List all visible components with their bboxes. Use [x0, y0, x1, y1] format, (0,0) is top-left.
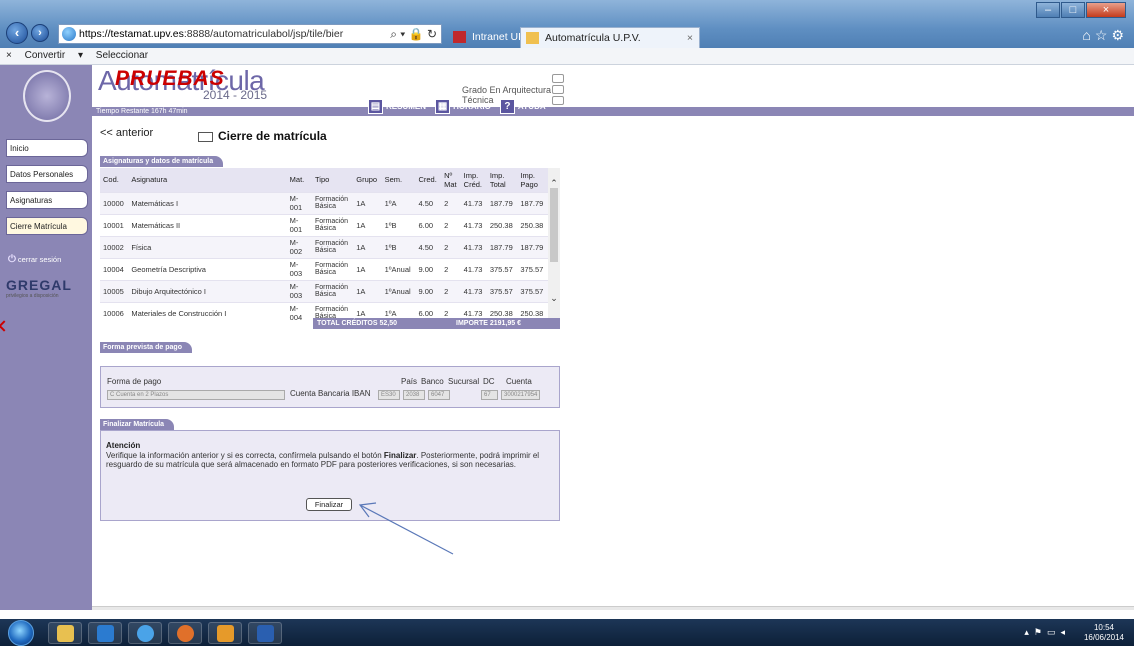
intranet-tab-icon: [453, 31, 466, 43]
site-icon: [62, 27, 76, 41]
taskbar-app[interactable]: [88, 622, 122, 644]
taskbar: ▴⚑▭◂ 10:54 16/06/2014: [0, 619, 1134, 646]
browser-titlebar: ‹ › https://testamat.upv.es:8888/automat…: [0, 0, 1134, 48]
network-icon[interactable]: ▭: [1047, 627, 1061, 637]
browser-tools: ⌂☆⚙: [1082, 27, 1128, 44]
web-page: Automatrícula PRUEBAS 2014 - 2015 Grado …: [0, 65, 1134, 610]
window-close-icon[interactable]: ×: [1086, 2, 1126, 18]
automatricula-tab-icon: [526, 32, 539, 44]
tab-label: Automatrícula U.P.V.: [545, 32, 641, 44]
start-button-icon[interactable]: [8, 620, 34, 646]
taskbar-firefox[interactable]: [168, 622, 202, 644]
address-bar[interactable]: https://testamat.upv.es:8888/automatricu…: [58, 24, 442, 44]
convert-menu[interactable]: Convertir ▾: [25, 50, 83, 61]
firefox-icon: [177, 625, 194, 642]
folder-icon: [57, 625, 74, 642]
url-host: https://testamat.upv.es: [79, 28, 184, 40]
taskbar-word[interactable]: [248, 622, 282, 644]
clock[interactable]: 10:54 16/06/2014: [1084, 623, 1124, 643]
convert-label: Convertir: [24, 50, 66, 61]
close-toolbar-icon[interactable]: ×: [6, 50, 12, 61]
chevron-left-icon[interactable]: ‹: [96, 607, 99, 610]
clock-date: 16/06/2014: [1083, 633, 1124, 642]
taskbar-ie[interactable]: [128, 622, 162, 644]
settings-gear-icon[interactable]: ⚙: [1111, 27, 1128, 43]
chevron-right-icon[interactable]: ›: [1127, 607, 1130, 610]
taskbar-outlook[interactable]: [208, 622, 242, 644]
flag-icon[interactable]: ⚑: [1034, 627, 1047, 637]
window-controls: – □ ×: [1035, 2, 1126, 20]
tray-icons: ▴⚑▭◂: [1024, 627, 1070, 638]
command-bar: × Convertir ▾ Seleccionar: [0, 48, 1134, 65]
favorites-star-icon[interactable]: ☆: [1095, 27, 1112, 43]
home-icon[interactable]: ⌂: [1082, 27, 1094, 43]
back-icon[interactable]: ‹: [6, 22, 28, 44]
url-path: :8888/automatriculabol/jsp/tile/bier: [183, 28, 344, 40]
blue-arrow-annotation-icon: [358, 502, 454, 555]
tab-close-icon[interactable]: ×: [687, 28, 693, 48]
horizontal-scrollbar[interactable]: ‹ ›: [92, 606, 1134, 610]
outlook-icon: [217, 625, 234, 642]
clock-time: 10:54: [1093, 623, 1114, 632]
internet-explorer-icon: [137, 625, 154, 642]
tray-expand-icon[interactable]: ▴: [1024, 627, 1034, 637]
app-icon: [97, 625, 114, 642]
address-actions-icon[interactable]: ⌕ ▾ 🔒 ↻: [390, 25, 437, 43]
maximize-icon[interactable]: □: [1061, 2, 1085, 18]
select-button[interactable]: Seleccionar: [96, 50, 148, 61]
tab-intranet[interactable]: Intranet UPV: [448, 27, 532, 48]
taskbar-explorer[interactable]: [48, 622, 82, 644]
volume-icon[interactable]: ◂: [1060, 627, 1070, 637]
tab-automatricula[interactable]: Automatrícula U.P.V. ×: [520, 27, 700, 48]
minimize-icon[interactable]: –: [1036, 2, 1060, 18]
word-icon: [257, 625, 274, 642]
forward-icon[interactable]: ›: [31, 24, 49, 42]
